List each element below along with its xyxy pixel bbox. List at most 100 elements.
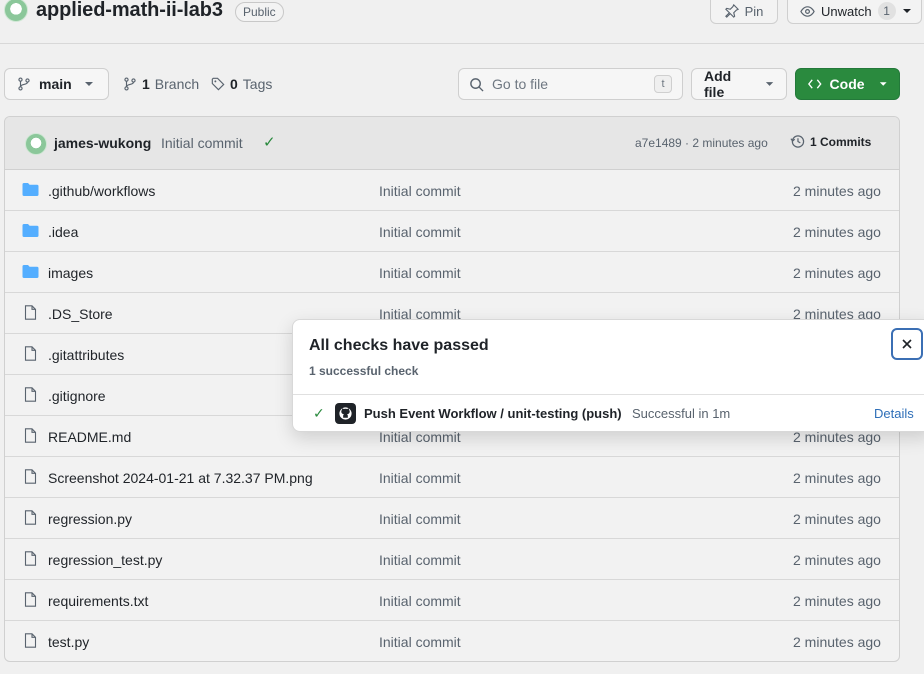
file-row[interactable]: regression_test.py Initial commit 2 minute… xyxy=(5,539,899,580)
commits-label: 1 Commits xyxy=(810,134,872,149)
check-run-name: Push Event Workflow / unit-testing (push… xyxy=(364,406,622,421)
file-commit-message[interactable]: Initial commit xyxy=(379,511,461,527)
file-name[interactable]: README.md xyxy=(48,429,131,445)
file-icon xyxy=(22,305,39,320)
owner-avatar[interactable] xyxy=(4,0,28,22)
file-commit-message[interactable]: Initial commit xyxy=(379,224,461,240)
file-name[interactable]: .gitignore xyxy=(48,388,106,404)
folder-icon xyxy=(22,223,39,238)
repo-name[interactable]: applied-math-ii-lab3 xyxy=(36,0,223,22)
check-details-link[interactable]: Details xyxy=(874,406,914,421)
popover-subtitle: 1 successful check xyxy=(309,364,419,378)
eye-icon xyxy=(800,5,815,17)
repo-page: applied-math-ii-lab3 Public Pin Unwatch … xyxy=(0,0,924,674)
folder-icon xyxy=(22,182,39,197)
search-placeholder: Go to file xyxy=(492,76,549,92)
file-row[interactable]: test.py Initial commit 2 minutes ago xyxy=(5,621,899,661)
unwatch-button[interactable]: Unwatch 1 xyxy=(787,0,922,24)
file-name[interactable]: .DS_Store xyxy=(48,306,113,322)
file-commit-age: 2 minutes ago xyxy=(793,265,881,281)
file-commit-age: 2 minutes ago xyxy=(793,511,881,527)
file-icon xyxy=(22,428,39,443)
check-run-status: Successful in 1m xyxy=(632,406,731,421)
file-name[interactable]: .idea xyxy=(48,224,78,240)
branches-count: 1 xyxy=(142,76,150,92)
folder-icon xyxy=(22,264,39,279)
file-row[interactable]: Screenshot 2024-01-21 at 7.32.37 PM.png I… xyxy=(5,457,899,498)
close-icon xyxy=(902,339,912,349)
file-name[interactable]: regression.py xyxy=(48,511,132,527)
author-avatar[interactable] xyxy=(25,133,47,155)
commit-hash-time[interactable]: a7e1489 · 2 minutes ago xyxy=(635,136,768,150)
caret-down-icon xyxy=(902,9,911,13)
file-commit-message[interactable]: Initial commit xyxy=(379,552,461,568)
file-icon xyxy=(22,510,39,525)
file-name[interactable]: requirements.txt xyxy=(48,593,148,609)
file-name[interactable]: regression_test.py xyxy=(48,552,162,568)
file-commit-message[interactable]: Initial commit xyxy=(379,183,461,199)
caret-down-icon xyxy=(84,82,93,86)
commits-history-link[interactable]: 1 Commits xyxy=(790,134,871,149)
file-commit-age: 2 minutes ago xyxy=(793,470,881,486)
commit-message[interactable]: Initial commit xyxy=(161,135,243,151)
branch-icon xyxy=(124,77,136,91)
tags-link[interactable]: 0 Tags xyxy=(211,76,272,92)
file-commit-message[interactable]: Initial commit xyxy=(379,593,461,609)
file-row[interactable]: requirements.txt Initial commit 2 minutes … xyxy=(5,580,899,621)
tags-count: 0 xyxy=(230,76,238,92)
branches-link[interactable]: 1 Branch xyxy=(123,76,199,92)
visibility-badge: Public xyxy=(235,2,284,22)
pin-button[interactable]: Pin xyxy=(710,0,778,24)
github-actions-icon xyxy=(335,403,356,424)
tags-label: Tags xyxy=(242,76,273,92)
close-popover-button[interactable] xyxy=(891,328,923,360)
pin-label: Pin xyxy=(744,3,764,19)
file-row[interactable]: regression.py Initial commit 2 minutes ago xyxy=(5,498,899,539)
add-file-button[interactable]: Add file xyxy=(691,68,787,100)
checks-popover: All checks have passed 1 successful chec… xyxy=(292,319,924,432)
branch-name: main xyxy=(39,76,72,92)
file-name[interactable]: .gitattributes xyxy=(48,347,124,363)
check-run-row: ✓ Push Event Workflow / unit-testing (pu… xyxy=(293,395,924,431)
code-icon xyxy=(808,79,822,89)
file-icon xyxy=(22,346,39,361)
caret-down-icon xyxy=(879,82,887,86)
caret-down-icon xyxy=(765,82,774,86)
file-commit-message[interactable]: Initial commit xyxy=(379,634,461,650)
watch-count: 1 xyxy=(877,2,896,20)
tag-icon xyxy=(211,77,225,91)
file-commit-age: 2 minutes ago xyxy=(793,224,881,240)
code-label: Code xyxy=(829,76,865,92)
file-commit-message[interactable]: Initial commit xyxy=(379,265,461,281)
file-icon xyxy=(22,387,39,402)
file-icon xyxy=(22,592,39,607)
file-name[interactable]: .github/workflows xyxy=(48,183,155,199)
file-commit-age: 2 minutes ago xyxy=(793,183,881,199)
go-to-file-search[interactable]: Go to file t xyxy=(458,68,683,100)
file-row[interactable]: .idea Initial commit 2 minutes ago xyxy=(5,211,899,252)
file-commit-age: 2 minutes ago xyxy=(793,552,881,568)
repo-header: applied-math-ii-lab3 Public Pin Unwatch … xyxy=(0,0,924,44)
file-name[interactable]: Screenshot 2024-01-21 at 7.32.37 PM.png xyxy=(48,470,313,486)
history-icon xyxy=(790,135,805,148)
popover-title: All checks have passed xyxy=(309,337,489,354)
file-row[interactable]: images Initial commit 2 minutes ago xyxy=(5,252,899,293)
file-name[interactable]: test.py xyxy=(48,634,89,650)
check-icon[interactable]: ✓ xyxy=(263,133,276,151)
file-name[interactable]: images xyxy=(48,265,93,281)
branch-icon xyxy=(18,77,30,91)
code-button[interactable]: Code xyxy=(795,68,900,100)
search-shortcut-key: t xyxy=(654,75,672,93)
file-icon xyxy=(22,469,39,484)
latest-commit-bar: james-wukong Initial commit ✓ a7e1489 · … xyxy=(5,117,899,170)
commit-author[interactable]: james-wukong xyxy=(54,135,151,151)
search-icon xyxy=(470,77,484,92)
file-icon xyxy=(22,551,39,566)
file-commit-message[interactable]: Initial commit xyxy=(379,470,461,486)
file-commit-age: 2 minutes ago xyxy=(793,634,881,650)
branch-selector[interactable]: main xyxy=(4,68,109,100)
add-file-label: Add file xyxy=(704,68,732,100)
check-success-icon: ✓ xyxy=(313,405,325,421)
file-row[interactable]: .github/workflows Initial commit 2 minutes… xyxy=(5,170,899,211)
branches-label: Branch xyxy=(154,76,200,92)
